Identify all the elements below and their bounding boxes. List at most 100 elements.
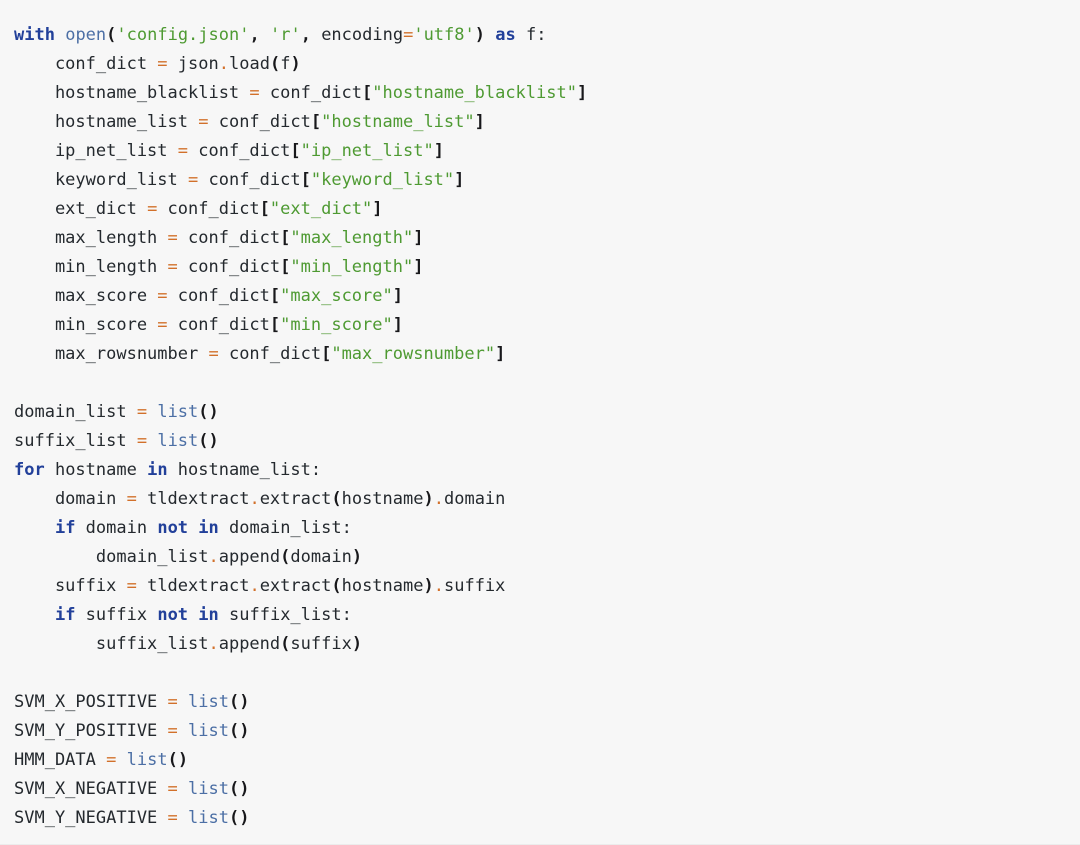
code-line: domain_list.append(domain) xyxy=(14,543,1080,572)
code-token-name xyxy=(485,25,495,45)
code-token-name: append xyxy=(218,547,281,567)
code-line: ext_dict = conf_dict["ext_dict"] xyxy=(14,195,1080,224)
code-token-name xyxy=(116,750,126,770)
code-token-op: = xyxy=(126,576,137,596)
code-token-name xyxy=(178,808,188,828)
code-token-pun: ] xyxy=(576,83,588,103)
code-token-op: = xyxy=(157,315,168,335)
code-token-name: domain_list xyxy=(14,547,209,567)
code-token-name: conf_dict xyxy=(177,257,281,277)
code-line: max_length = conf_dict["max_length"] xyxy=(14,224,1080,253)
code-token-name: conf_dict xyxy=(198,170,301,190)
code-token-name: hostname xyxy=(341,576,424,596)
code-token-op: = xyxy=(188,170,199,190)
code-line: hostname_blacklist = conf_dict["hostname… xyxy=(14,79,1080,108)
code-line: domain = tldextract.extract(hostname).do… xyxy=(14,485,1080,514)
code-token-pun: ( xyxy=(269,54,281,74)
code-token-pun: ] xyxy=(372,199,383,219)
code-token-str: "hostname_list" xyxy=(321,112,475,132)
code-token-bi: list xyxy=(188,692,229,712)
code-token-pun: () xyxy=(198,431,219,451)
code-token-name: encoding xyxy=(321,25,404,45)
code-token-kw: in xyxy=(198,518,219,538)
code-token-pun: , xyxy=(249,25,260,45)
code-token-pun: ( xyxy=(331,489,342,509)
code-token-pun: () xyxy=(198,402,219,422)
code-token-name: conf_dict xyxy=(157,199,260,219)
code-token-pun: , xyxy=(300,25,311,45)
code-token-pun: ) xyxy=(351,547,363,567)
code-token-pun: ) xyxy=(423,576,434,596)
code-token-name: suffix_list xyxy=(14,431,137,451)
code-token-pun: () xyxy=(167,750,189,770)
code-token-name: suffix xyxy=(290,634,352,654)
code-token-name: domain xyxy=(14,489,127,509)
code-token-name: hostname xyxy=(341,489,424,509)
code-token-kw: not xyxy=(157,518,189,538)
code-token-name xyxy=(147,402,157,422)
code-token-op: = xyxy=(167,721,178,741)
code-token-pun: ( xyxy=(106,25,117,45)
code-token-name xyxy=(188,518,198,538)
code-token-name: conf_dict xyxy=(167,315,270,335)
code-token-pun: [ xyxy=(269,315,281,335)
code-token-name: suffix xyxy=(443,576,506,596)
code-token-op: = xyxy=(249,83,260,103)
code-token-name: hostname_list xyxy=(14,112,199,132)
code-token-op: = xyxy=(147,199,158,219)
python-code-block[interactable]: with open('config.json', 'r', encoding='… xyxy=(0,13,1080,833)
code-token-name: conf_dict xyxy=(259,83,363,103)
code-token-pun: ) xyxy=(474,25,485,45)
code-line: ip_net_list = conf_dict["ip_net_list"] xyxy=(14,137,1080,166)
code-token-name xyxy=(178,779,188,799)
code-token-bi: open xyxy=(65,25,107,45)
code-token-name: suffix_list: xyxy=(218,605,352,625)
code-token-pun: ( xyxy=(331,576,342,596)
code-token-name: domain xyxy=(290,547,352,567)
code-token-pun: [ xyxy=(269,286,281,306)
code-token-op: . xyxy=(208,547,219,567)
code-line: min_score = conf_dict["min_score"] xyxy=(14,311,1080,340)
code-token-str: 'r' xyxy=(269,25,301,45)
code-token-op: = xyxy=(208,344,219,364)
code-line: SVM_X_NEGATIVE = list() xyxy=(14,775,1080,804)
code-line: if suffix not in suffix_list: xyxy=(14,601,1080,630)
code-token-name: append xyxy=(218,634,281,654)
code-token-name: suffix xyxy=(75,605,158,625)
code-token-pun: ] xyxy=(413,228,424,248)
code-token-name xyxy=(14,518,55,538)
code-token-name: ip_net_list xyxy=(14,141,178,161)
code-token-pun: [ xyxy=(280,257,291,277)
code-token-str: "min_score" xyxy=(280,315,393,335)
code-token-op: = xyxy=(136,402,148,422)
code-line: domain_list = list() xyxy=(14,398,1080,427)
code-line: keyword_list = conf_dict["keyword_list"] xyxy=(14,166,1080,195)
code-token-name: SVM_X_POSITIVE xyxy=(14,692,168,712)
code-token-kw: if xyxy=(54,518,76,538)
code-token-bi: list xyxy=(126,750,168,770)
code-token-name: json xyxy=(167,54,219,74)
code-token-op: . xyxy=(218,54,229,74)
code-token-name: keyword_list xyxy=(14,170,188,190)
code-token-pun: [ xyxy=(310,112,322,132)
code-token-pun: ) xyxy=(290,54,301,74)
code-token-name: conf_dict xyxy=(177,228,281,248)
code-token-name: conf_dict xyxy=(208,112,311,132)
code-token-op: = xyxy=(106,750,117,770)
code-token-name: load xyxy=(228,54,270,74)
code-token-kw: as xyxy=(495,25,516,45)
code-token-name: ext_dict xyxy=(14,199,148,219)
code-screenshot: with open('config.json', 'r', encoding='… xyxy=(0,0,1080,845)
code-token-name xyxy=(178,692,188,712)
code-token-name: f: xyxy=(515,25,547,45)
code-token-str: 'utf8' xyxy=(413,25,475,45)
code-token-pun: ] xyxy=(392,315,403,335)
code-line: for hostname in hostname_list: xyxy=(14,456,1080,485)
code-token-name: hostname_blacklist xyxy=(14,83,250,103)
code-token-name xyxy=(147,431,157,451)
code-line: hostname_list = conf_dict["hostname_list… xyxy=(14,108,1080,137)
code-token-kw: in xyxy=(147,460,168,480)
code-token-str: "keyword_list" xyxy=(310,170,455,190)
